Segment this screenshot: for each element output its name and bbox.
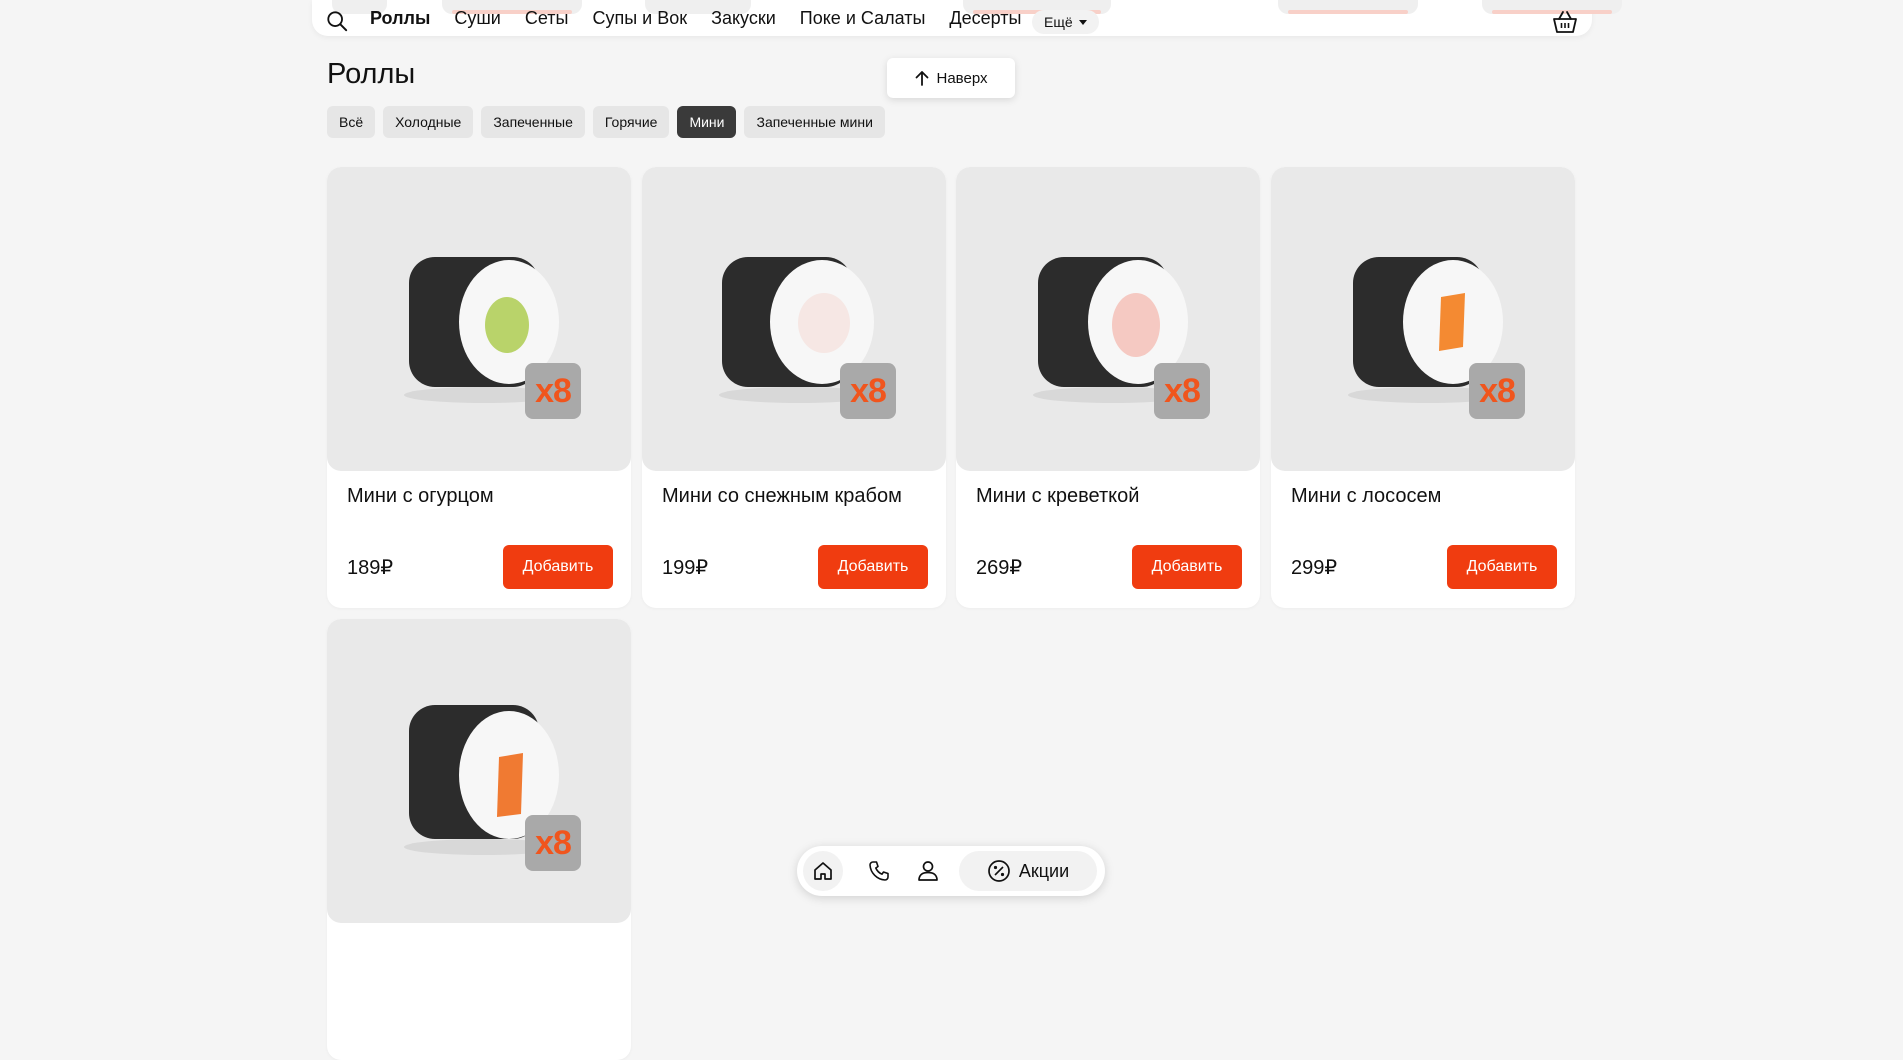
quantity-badge: x8 — [525, 815, 581, 871]
category-poke-salads[interactable]: Поке и Салаты — [800, 8, 926, 29]
phone-icon — [869, 861, 889, 881]
product-image: x8 — [1271, 167, 1575, 471]
filter-all[interactable]: Всё — [327, 106, 376, 138]
subcategory-filters: Всё Холодные Запеченные Горячие Мини Зап… — [327, 106, 885, 138]
product-name: Мини с лососем — [1291, 485, 1442, 507]
promotions-label: Акции — [1018, 860, 1070, 881]
arrow-up-icon — [915, 71, 928, 86]
badge-text: x8 — [535, 823, 572, 862]
add-to-cart-button[interactable]: Добавить — [1132, 545, 1242, 589]
percent-icon — [987, 860, 1010, 882]
more-label: Ещё — [1044, 14, 1073, 30]
product-image: x8 — [956, 167, 1260, 471]
product-price: 299₽ — [1291, 557, 1338, 579]
badge-text: x8 — [535, 371, 572, 410]
product-price: 199₽ — [662, 557, 709, 579]
top-navigation: Роллы Суши Сеты Супы и Вок Закуски Поке … — [312, 0, 1622, 36]
add-to-cart-button[interactable]: Добавить — [818, 545, 928, 589]
product-card[interactable]: x8 Мини с лососем 299₽ Добавить — [1271, 167, 1575, 608]
product-name: Мини со снежным крабом — [662, 485, 902, 507]
filter-mini[interactable]: Мини — [677, 106, 737, 138]
basket-icon[interactable] — [1552, 10, 1578, 34]
product-card[interactable]: x8 — [327, 619, 631, 1060]
home-icon — [814, 862, 832, 880]
add-to-cart-button[interactable]: Добавить — [1447, 545, 1557, 589]
add-to-cart-button[interactable]: Добавить — [503, 545, 613, 589]
scroll-to-top-button[interactable]: Наверх — [887, 58, 1015, 98]
filter-baked-mini[interactable]: Запеченные мини — [744, 106, 885, 138]
home-button[interactable] — [803, 851, 843, 891]
product-image: x8 — [327, 619, 631, 923]
category-snacks[interactable]: Закуски — [711, 8, 776, 29]
chevron-down-icon — [1078, 19, 1087, 25]
quantity-badge: x8 — [525, 363, 581, 419]
product-name: Мини с креветкой — [976, 485, 1140, 507]
page-title: Роллы — [327, 58, 416, 90]
badge-text: x8 — [1164, 371, 1201, 410]
profile-icon — [918, 861, 938, 881]
search-icon[interactable] — [326, 10, 348, 32]
more-dropdown[interactable]: Ещё — [1032, 10, 1099, 34]
product-card[interactable]: x8 Мини с креветкой 269₽ Добавить — [956, 167, 1260, 608]
filter-cold[interactable]: Холодные — [383, 106, 474, 138]
category-soups-wok[interactable]: Супы и Вок — [592, 8, 687, 29]
filter-baked[interactable]: Запеченные — [481, 106, 585, 138]
quantity-badge: x8 — [1469, 363, 1525, 419]
category-sushi[interactable]: Суши — [454, 8, 501, 29]
product-card[interactable]: x8 Мини с огурцом 189₽ Добавить — [327, 167, 631, 608]
quantity-badge: x8 — [840, 363, 896, 419]
phone-button[interactable] — [864, 856, 894, 886]
scroll-to-top-label: Наверх — [936, 69, 988, 87]
product-image: x8 — [642, 167, 946, 471]
category-sets[interactable]: Сеты — [525, 8, 569, 29]
product-card[interactable]: x8 Мини со снежным крабом 199₽ Добавить — [642, 167, 946, 608]
filter-hot[interactable]: Горячие — [592, 106, 670, 138]
quantity-badge: x8 — [1154, 363, 1210, 419]
badge-text: x8 — [850, 371, 887, 410]
category-rolls[interactable]: Роллы — [370, 8, 430, 29]
promotions-button[interactable]: Акции — [959, 851, 1097, 891]
product-image: x8 — [327, 167, 631, 471]
product-price: 269₽ — [976, 557, 1023, 579]
category-menu: Роллы Суши Сеты Супы и Вок Закуски Поке … — [370, 8, 1045, 29]
peek-card — [1278, 0, 1418, 14]
product-name: Мини с огурцом — [347, 485, 494, 507]
product-price: 189₽ — [347, 557, 394, 579]
badge-text: x8 — [1479, 371, 1516, 410]
bottom-dock: Акции — [797, 846, 1105, 896]
profile-button[interactable] — [913, 856, 943, 886]
category-desserts[interactable]: Десерты — [949, 8, 1021, 29]
